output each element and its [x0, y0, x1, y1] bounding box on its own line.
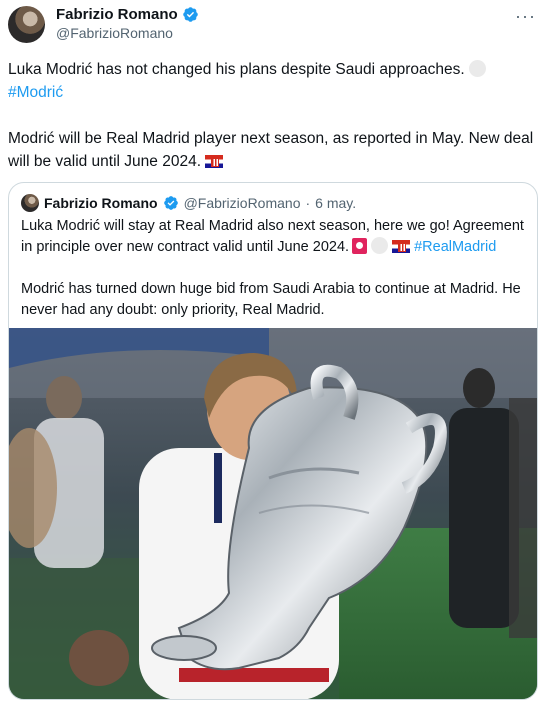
hashtag-link-modric[interactable]: #Modrić [8, 84, 63, 101]
author-name[interactable]: Fabrizio Romano [56, 6, 178, 23]
tweet-paragraph-1: Luka Modrić has not changed his plans de… [8, 58, 538, 104]
quoted-author-name: Fabrizio Romano [44, 195, 158, 211]
emoji-icon [468, 60, 486, 77]
author-name-row: Fabrizio Romano [56, 6, 199, 23]
tweet-header: Fabrizio Romano @FabrizioRomano ··· [8, 6, 538, 44]
quoted-line-2: Modrić has turned down huge bid from Sau… [21, 281, 521, 318]
tweet-paragraph-2: Modrić will be Real Madrid player next s… [8, 127, 538, 173]
tweet-body: Luka Modrić has not changed his plans de… [8, 58, 538, 173]
hashtag-link-realmadrid[interactable]: #RealMadrid [414, 239, 496, 255]
quoted-tweet-header: Fabrizio Romano @FabrizioRomano · 6 may. [21, 194, 356, 212]
quoted-tweet[interactable]: Fabrizio Romano @FabrizioRomano · 6 may.… [8, 182, 538, 700]
croatia-flag-icon [392, 240, 411, 253]
more-options-icon[interactable]: ··· [515, 6, 536, 27]
club-crest-icon [352, 238, 368, 254]
tweet-line-1: Luka Modrić has not changed his plans de… [8, 61, 465, 78]
trophy-photo[interactable] [9, 328, 537, 699]
emoji-icon [371, 237, 389, 254]
quoted-paragraph-1: Luka Modrić will stay at Real Madrid als… [21, 216, 526, 258]
author-avatar[interactable] [8, 6, 45, 43]
verified-badge-icon [182, 7, 198, 22]
quoted-tweet-date: 6 may. [315, 195, 357, 211]
quoted-tweet-body: Luka Modrić will stay at Real Madrid als… [21, 216, 526, 321]
dot-separator: · [305, 195, 311, 211]
verified-badge-icon [163, 196, 178, 210]
croatia-flag-icon [205, 155, 224, 168]
author-handle[interactable]: @FabrizioRomano [56, 25, 173, 41]
quoted-author-handle: @FabrizioRomano [183, 195, 301, 211]
quoted-author-avatar [21, 194, 39, 212]
quoted-paragraph-2: Modrić has turned down huge bid from Sau… [21, 279, 526, 321]
tweet-line-2: Modrić will be Real Madrid player next s… [8, 130, 534, 170]
photo-illustration [9, 328, 537, 699]
